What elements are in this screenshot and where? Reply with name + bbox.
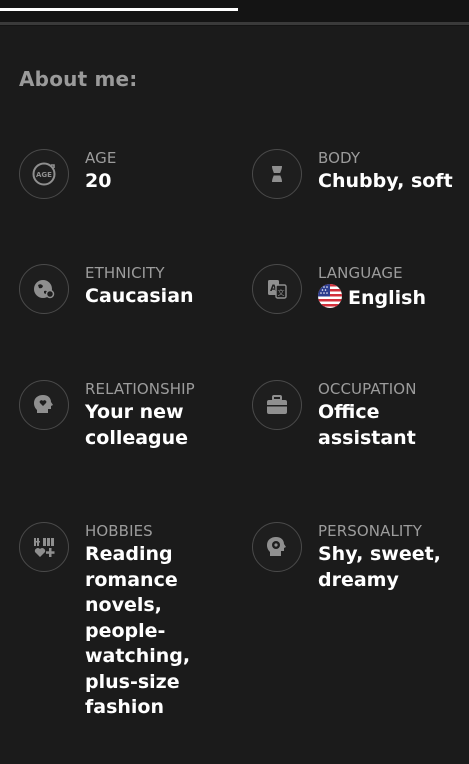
svg-text:文: 文 xyxy=(278,288,285,297)
age-icon: AGE xyxy=(19,149,69,199)
attribute-label: OCCUPATION xyxy=(318,380,417,398)
relationship-icon xyxy=(19,380,69,430)
active-tab-indicator xyxy=(0,8,238,11)
attribute-label: HOBBIES xyxy=(85,522,153,540)
hobbies-icon xyxy=(19,522,69,572)
attribute-label: BODY xyxy=(318,149,361,167)
personality-icon xyxy=(252,522,302,572)
attribute-value: 20 xyxy=(85,170,112,192)
top-tab-bar xyxy=(0,0,469,26)
language-icon: A 文 xyxy=(252,264,302,314)
svg-text:AGE: AGE xyxy=(36,171,52,179)
body-icon xyxy=(252,149,302,199)
attribute-value-row: English xyxy=(318,284,426,312)
attribute-label: PERSONALITY xyxy=(318,522,422,540)
attribute-value: Reading romance novels, people-watching,… xyxy=(85,543,191,718)
about-me-title: About me: xyxy=(19,67,138,91)
attribute-label: ETHNICITY xyxy=(85,264,165,282)
attribute-value: Shy, sweet, dreamy xyxy=(318,543,441,591)
attribute-label: RELATIONSHIP xyxy=(85,380,195,398)
attribute-value: Caucasian xyxy=(85,285,194,307)
briefcase-icon xyxy=(252,380,302,430)
attribute-value: Chubby, soft xyxy=(318,170,453,192)
attribute-label: LANGUAGE xyxy=(318,264,403,282)
ethnicity-icon xyxy=(19,264,69,314)
attribute-value: English xyxy=(348,287,426,309)
us-flag-icon xyxy=(318,284,342,308)
tab-divider xyxy=(0,22,469,25)
attribute-value: Your new colleague xyxy=(85,401,189,449)
attribute-value: Office assistant xyxy=(318,401,416,449)
attribute-label: AGE xyxy=(85,149,117,167)
